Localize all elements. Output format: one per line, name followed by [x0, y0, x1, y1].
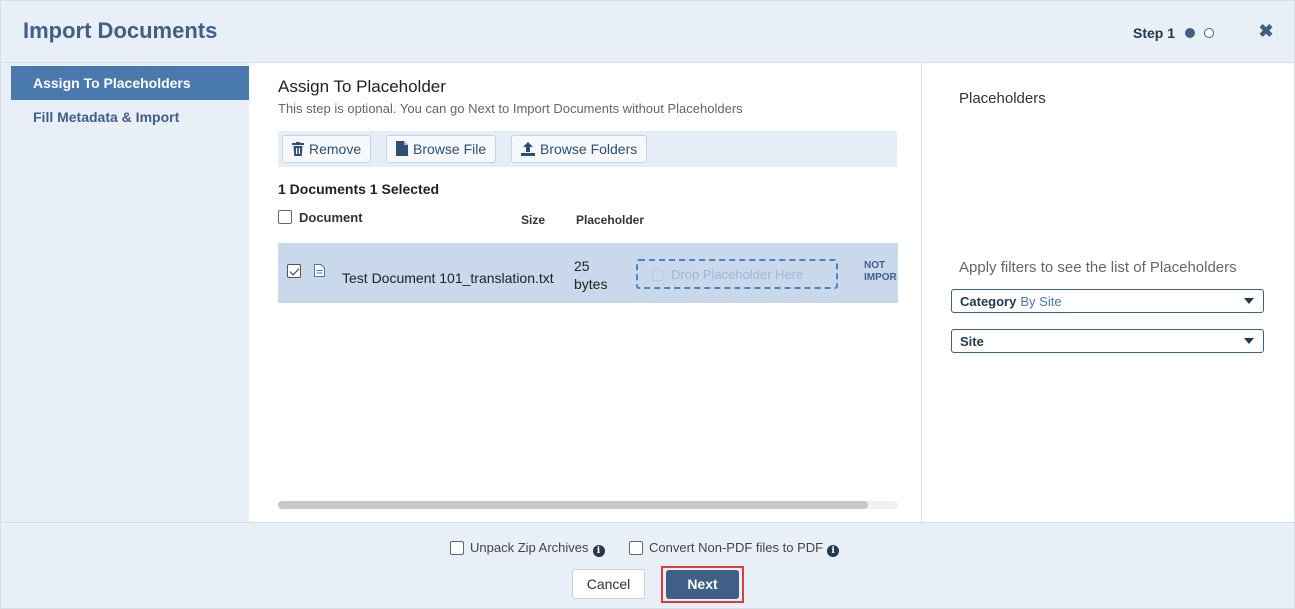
sidebar-item-assign-to-placeholders[interactable]: Assign To Placeholders	[11, 66, 249, 100]
next-button[interactable]: Next	[666, 570, 739, 599]
next-button-highlight: Next	[661, 566, 744, 603]
step-dot-next	[1204, 28, 1214, 38]
placeholders-title: Placeholders	[959, 90, 1046, 107]
info-icon[interactable]: i	[827, 545, 840, 557]
chevron-down-icon	[1244, 298, 1254, 304]
column-header-placeholder: Placeholder	[576, 213, 645, 227]
horizontal-scrollbar[interactable]	[278, 501, 898, 509]
modal-footer: Unpack Zip Archives i Convert Non-PDF fil…	[1, 522, 1294, 608]
upload-icon	[521, 142, 535, 156]
unpack-zip-label: Unpack Zip Archives	[470, 540, 589, 555]
site-filter-label: Site	[960, 334, 984, 349]
file-icon	[396, 141, 408, 156]
remove-label: Remove	[309, 141, 362, 157]
step-sidebar: Assign To Placeholders Fill Metadata & I…	[1, 63, 249, 522]
unpack-zip-option[interactable]: Unpack Zip Archives i	[450, 540, 605, 557]
placeholders-panel: Placeholders Apply filters to see the li…	[921, 63, 1294, 522]
remove-button[interactable]: Remove	[282, 135, 372, 163]
trash-icon	[292, 142, 304, 156]
document-count: 1 Documents 1 Selected	[278, 181, 440, 197]
table-row[interactable]: Test Document 101_translation.txt 25 byt…	[278, 243, 898, 303]
category-filter-label: Category	[960, 294, 1017, 309]
modal-header: Import Documents Step 1 ✖	[1, 1, 1294, 63]
scrollbar-thumb[interactable]	[278, 501, 868, 509]
browse-folders-label: Browse Folders	[540, 141, 638, 157]
browse-folders-button[interactable]: Browse Folders	[511, 135, 648, 163]
section-title: Assign To Placeholder	[278, 77, 446, 96]
placeholders-hint: Apply filters to see the list of Placeho…	[959, 259, 1237, 276]
column-header-document: Document	[299, 210, 363, 225]
convert-pdf-option[interactable]: Convert Non-PDF files to PDF i	[629, 540, 840, 557]
step-dot-current	[1185, 28, 1195, 38]
step-indicator-label: Step 1	[1133, 25, 1176, 41]
cancel-button[interactable]: Cancel	[572, 569, 645, 599]
section-subtitle: This step is optional. You can go Next t…	[278, 101, 743, 116]
column-header-size: Size	[521, 213, 546, 227]
text-file-icon	[314, 264, 325, 277]
drop-placeholder-zone[interactable]: Drop Placeholder Here	[636, 259, 838, 289]
sidebar-item-fill-metadata-import[interactable]: Fill Metadata & Import	[11, 100, 249, 134]
document-toolbar: Remove Browse File Browse Folders	[278, 131, 897, 167]
chevron-down-icon	[1244, 338, 1254, 344]
drop-placeholder-label: Drop Placeholder Here	[671, 267, 804, 282]
document-size: 25 bytes	[574, 258, 608, 292]
site-filter-select[interactable]: Site	[951, 329, 1264, 353]
select-all-checkbox[interactable]	[278, 210, 292, 224]
convert-pdf-label: Convert Non-PDF files to PDF	[649, 540, 824, 555]
import-status: NOT IMPOR	[864, 260, 897, 283]
modal-title: Import Documents	[23, 18, 218, 43]
document-name: Test Document 101_translation.txt	[342, 270, 554, 286]
category-filter-select[interactable]: Category By Site	[951, 289, 1264, 313]
row-checkbox[interactable]	[287, 264, 301, 278]
browse-file-label: Browse File	[413, 141, 487, 157]
info-icon[interactable]: i	[592, 545, 605, 557]
import-documents-modal: Import Documents Step 1 ✖ Assign To Plac…	[0, 0, 1295, 609]
close-icon[interactable]: ✖	[1256, 21, 1276, 41]
file-outline-icon	[652, 268, 663, 281]
unpack-zip-checkbox[interactable]	[450, 541, 464, 555]
category-filter-value: By Site	[1020, 294, 1062, 309]
browse-file-button[interactable]: Browse File	[386, 135, 497, 163]
convert-pdf-checkbox[interactable]	[629, 541, 643, 555]
